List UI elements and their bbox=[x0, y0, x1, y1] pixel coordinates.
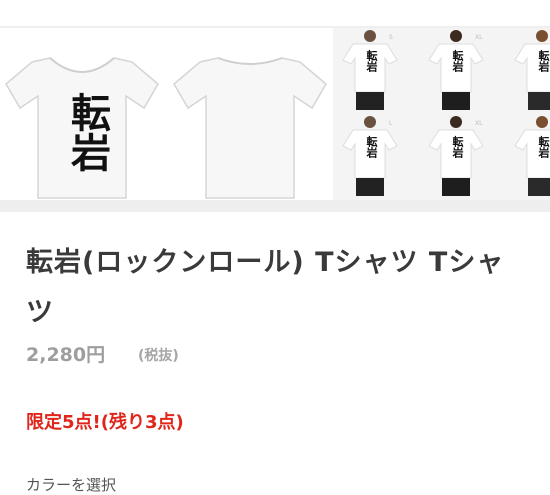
model-photo[interactable]: 転岩 XL bbox=[425, 30, 487, 114]
size-tag: XL bbox=[475, 34, 483, 41]
back-shirt-image[interactable] bbox=[170, 54, 328, 200]
model-print-text: 転岩 bbox=[451, 136, 464, 158]
model-print-text: 転岩 bbox=[365, 50, 378, 72]
gallery-divider bbox=[0, 200, 550, 212]
model-photo[interactable]: 転岩 S bbox=[339, 30, 401, 114]
model-photos[interactable]: 転岩 S 転岩 XL 転岩 転岩 L 転岩 XL 転岩 bbox=[333, 28, 550, 200]
model-photo[interactable]: 転岩 bbox=[511, 30, 550, 114]
model-photo[interactable]: 転岩 bbox=[511, 116, 550, 200]
model-photo[interactable]: 転岩 L bbox=[339, 116, 401, 200]
model-print-text: 転岩 bbox=[537, 136, 550, 158]
model-photo[interactable]: 転岩 XL bbox=[425, 116, 487, 200]
color-select-label: カラーを選択 bbox=[26, 476, 117, 494]
front-shirt-image[interactable]: 転岩 bbox=[2, 54, 160, 200]
model-print-text: 転岩 bbox=[451, 50, 464, 72]
model-print-text: 転岩 bbox=[537, 50, 550, 72]
product-price: 2,280円 bbox=[26, 344, 106, 366]
size-tag: S bbox=[389, 34, 393, 41]
tax-note: (税抜) bbox=[138, 348, 179, 364]
model-print-text: 転岩 bbox=[365, 136, 378, 158]
size-tag: XL bbox=[475, 120, 483, 127]
shirt-print-text: 転岩 bbox=[64, 92, 110, 172]
limited-stock-notice: 限定5点!(残り3点) bbox=[26, 412, 184, 433]
top-bar bbox=[0, 0, 550, 28]
size-tag: L bbox=[389, 120, 393, 127]
product-title: 転岩(ロックンロール) Tシャツ Tシャツ bbox=[26, 247, 505, 328]
